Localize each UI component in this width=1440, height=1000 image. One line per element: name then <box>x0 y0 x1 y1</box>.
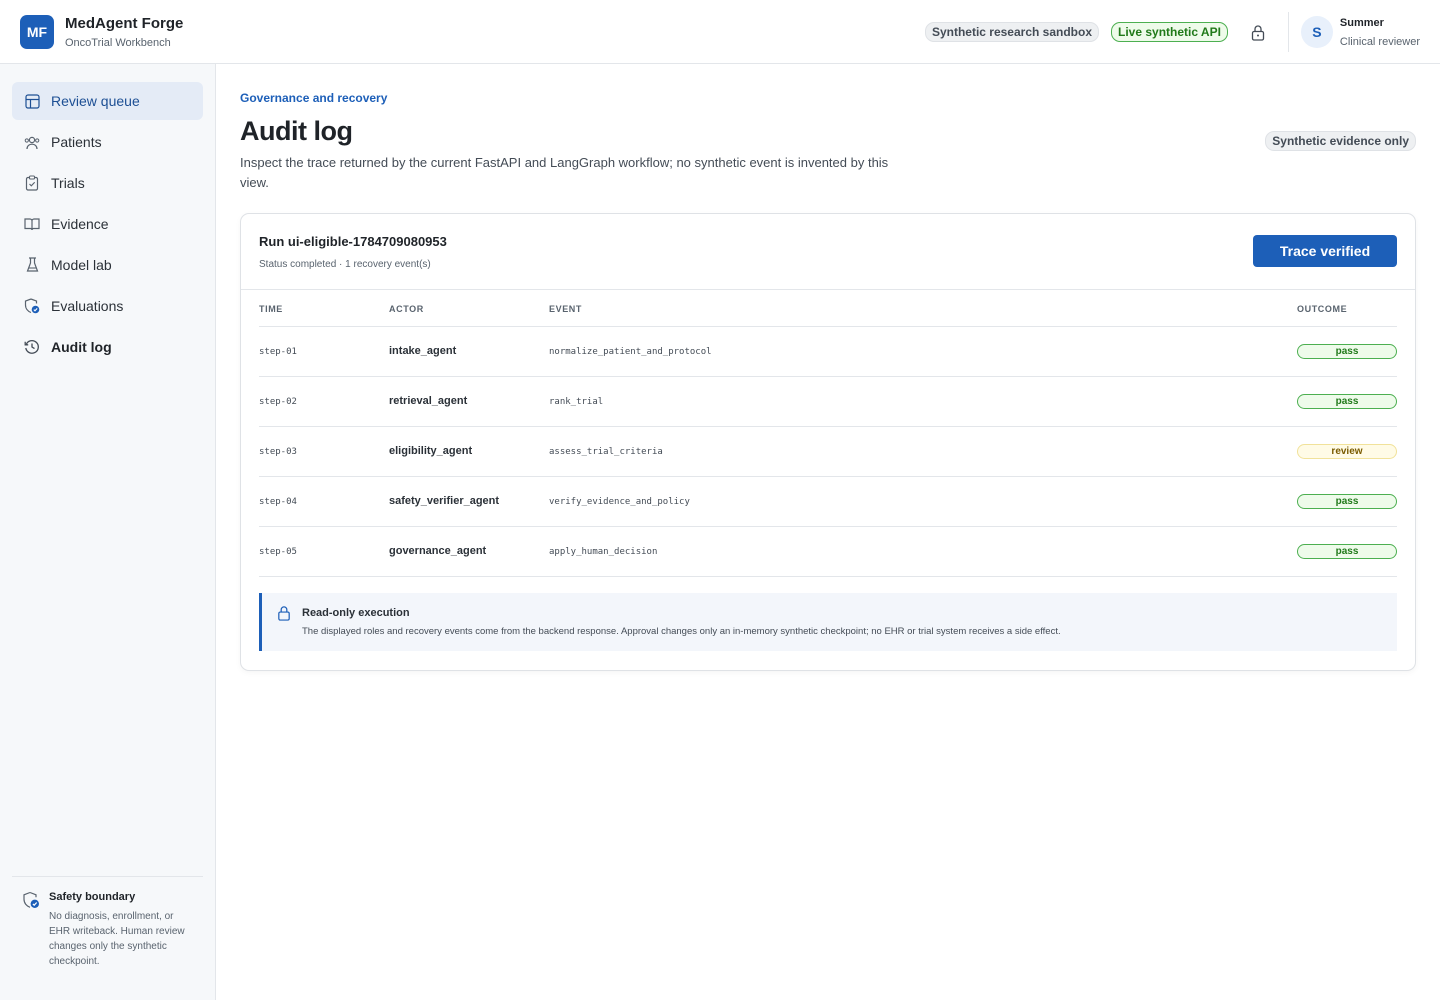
app-subtitle: OncoTrial Workbench <box>65 36 171 49</box>
row-actor: safety_verifier_agent <box>389 495 500 507</box>
row-actor: retrieval_agent <box>389 395 468 407</box>
clipboard-icon <box>24 175 40 191</box>
sidebar-item-evidence[interactable]: Evidence <box>12 205 203 243</box>
section-kicker: Governance and recovery <box>240 91 388 105</box>
app-title: MedAgent Forge <box>65 14 184 32</box>
book-icon <box>24 216 40 232</box>
table-row: step-02 retrieval_agent rank_trial pass <box>259 377 1397 427</box>
layout-icon <box>24 93 40 109</box>
row-time: step-05 <box>259 547 297 557</box>
sandbox-badge: Synthetic research sandbox <box>924 22 1099 42</box>
brand[interactable]: MF MedAgent Forge OncoTrial Workbench <box>20 14 184 49</box>
sidebar-item-evaluations[interactable]: Evaluations <box>12 287 203 325</box>
live-api-badge: Live synthetic API <box>1111 22 1228 42</box>
top-bar: MF MedAgent Forge OncoTrial Workbench Sy… <box>0 0 1440 64</box>
audit-table: TIME ACTOR EVENT OUTCOME step-01 intake_… <box>259 290 1397 577</box>
sidebar-item-label: Review queue <box>51 93 140 109</box>
row-time: step-01 <box>259 347 297 357</box>
page-title: Audit log <box>240 116 353 146</box>
app-logo: MF <box>20 14 54 49</box>
outcome-badge: pass <box>1297 544 1397 559</box>
outcome-badge: pass <box>1297 344 1397 359</box>
lock-icon <box>1251 24 1265 41</box>
sidebar-item-audit-log[interactable]: Audit log <box>12 328 203 366</box>
row-event: assess_trial_criteria <box>549 447 663 457</box>
trace-verified-button[interactable]: Trace verified <box>1253 235 1397 267</box>
column-header-time: TIME <box>259 304 283 314</box>
shield-check-icon <box>24 298 40 314</box>
sidebar-item-patients[interactable]: Patients <box>12 123 203 161</box>
column-header-event: EVENT <box>549 304 583 314</box>
header-divider <box>1287 12 1289 52</box>
history-icon <box>24 339 40 355</box>
run-status: Status completed · 1 recovery event(s) <box>259 259 431 270</box>
lock-button[interactable] <box>1246 20 1270 44</box>
sidebar-item-trials[interactable]: Trials <box>12 164 203 202</box>
user-name: Summer <box>1339 16 1384 29</box>
sidebar-nav: Review queue Patients Trials Evidence Mo… <box>0 64 215 366</box>
table-row: step-04 safety_verifier_agent verify_evi… <box>259 477 1397 527</box>
avatar: S <box>1300 16 1333 48</box>
run-title: Run ui-eligible-1784709080953 <box>259 234 447 249</box>
safety-text: No diagnosis, enrollment, or EHR writeba… <box>49 911 185 967</box>
row-actor: eligibility_agent <box>389 445 473 457</box>
row-actor: governance_agent <box>389 545 487 557</box>
row-time: step-04 <box>259 497 297 507</box>
sidebar-item-label: Evaluations <box>51 298 124 314</box>
column-header-actor: ACTOR <box>389 304 424 314</box>
users-icon <box>24 134 40 150</box>
table-row: step-03 eligibility_agent assess_trial_c… <box>259 427 1397 477</box>
outcome-badge: review <box>1297 444 1397 459</box>
row-event: apply_human_decision <box>549 547 658 557</box>
row-event: verify_evidence_and_policy <box>549 497 690 507</box>
lock-icon <box>278 606 290 621</box>
row-time: step-03 <box>259 447 297 457</box>
run-card-header: Run ui-eligible-1784709080953 Status com… <box>241 214 1415 290</box>
notice-title: Read-only execution <box>302 607 410 619</box>
shield-check-icon <box>23 891 39 908</box>
sidebar-item-model-lab[interactable]: Model lab <box>12 246 203 284</box>
row-event: normalize_patient_and_protocol <box>549 347 712 357</box>
run-card: Run ui-eligible-1784709080953 Status com… <box>240 213 1416 671</box>
outcome-badge: pass <box>1297 494 1397 509</box>
table-row: step-05 governance_agent apply_human_dec… <box>259 527 1397 577</box>
table-row: step-01 intake_agent normalize_patient_a… <box>259 327 1397 377</box>
sidebar-item-label: Trials <box>51 175 85 191</box>
row-event: rank_trial <box>549 397 604 407</box>
column-header-outcome: OUTCOME <box>1297 304 1348 314</box>
sidebar: Review queue Patients Trials Evidence Mo… <box>0 64 216 1000</box>
sidebar-item-review-queue[interactable]: Review queue <box>12 82 203 120</box>
sidebar-item-label: Evidence <box>51 216 109 232</box>
read-only-notice: Read-only execution The displayed roles … <box>259 593 1397 651</box>
sidebar-item-label: Patients <box>51 134 102 150</box>
user-menu[interactable]: S Summer Clinical reviewer <box>1300 16 1420 48</box>
sidebar-item-label: Model lab <box>51 257 112 273</box>
row-actor: intake_agent <box>389 345 457 357</box>
safety-boundary-panel: Safety boundary No diagnosis, enrollment… <box>12 876 203 1000</box>
synthetic-evidence-badge: Synthetic evidence only <box>1265 131 1416 151</box>
row-time: step-02 <box>259 397 297 407</box>
table-header: TIME ACTOR EVENT OUTCOME <box>259 290 1397 327</box>
safety-title: Safety boundary <box>49 891 136 903</box>
notice-text: The displayed roles and recovery events … <box>302 626 1061 637</box>
page-description: Inspect the trace returned by the curren… <box>240 155 889 190</box>
outcome-badge: pass <box>1297 394 1397 409</box>
user-role: Clinical reviewer <box>1339 35 1420 48</box>
sidebar-item-label: Audit log <box>51 339 112 355</box>
flask-icon <box>24 257 40 273</box>
